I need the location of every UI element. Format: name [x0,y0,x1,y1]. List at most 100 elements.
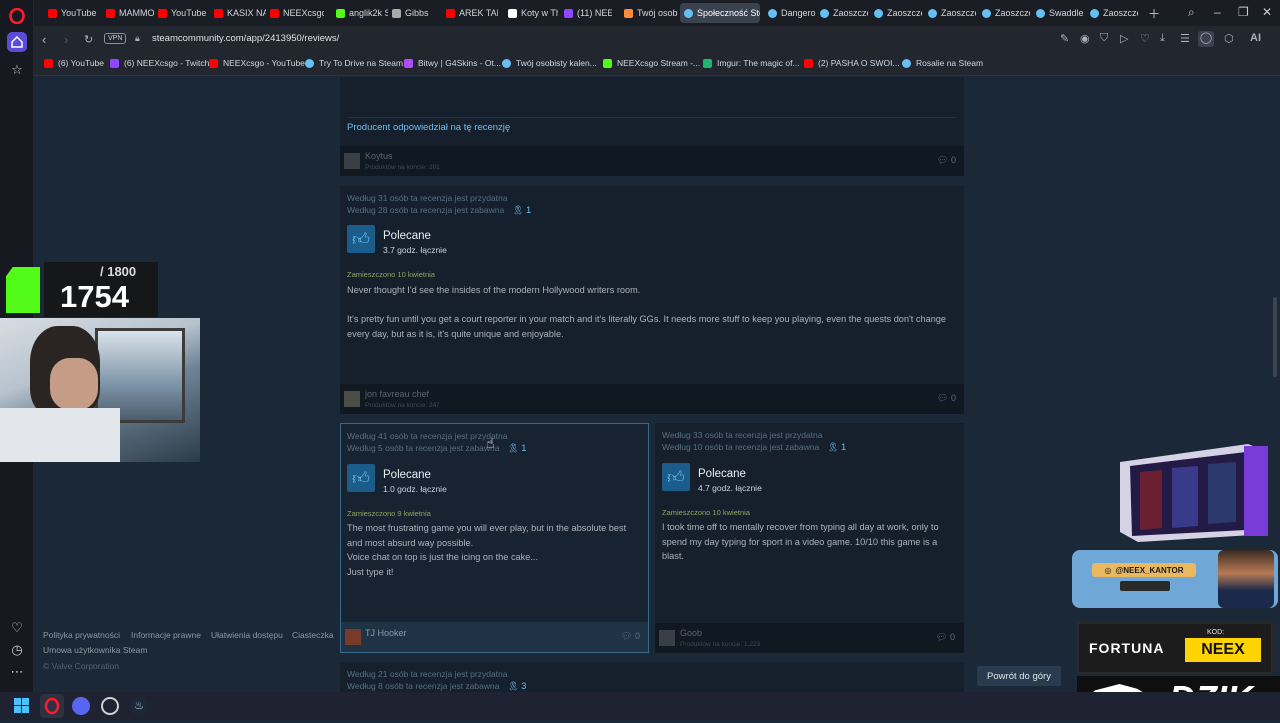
verdict[interactable]: Polecane [698,468,746,480]
hours: 3.7 godz. łącznie [383,245,447,255]
g4skins-icon [404,58,413,68]
tab[interactable]: KASIX NA [210,3,266,23]
edit-icon[interactable]: ✎ [1060,32,1069,45]
windows-start-icon[interactable] [14,698,30,719]
bookmark[interactable]: NEEXcsgo Stream -... [603,58,700,68]
tab[interactable]: Swaddle [1032,3,1084,23]
author-name[interactable]: TJ Hooker [365,628,407,638]
play-icon[interactable]: ▷ [1120,32,1128,45]
tab[interactable]: AREK TAN [442,3,498,23]
scrollbar-thumb[interactable] [1273,297,1277,377]
award-icon[interactable]: 🎗︎ 3 [507,681,526,691]
tab[interactable]: YouTube [44,3,102,23]
minimize-icon[interactable]: – [1214,5,1221,19]
legal-link[interactable]: Informacje prawne [131,630,201,640]
tab[interactable]: Zaoszczę [978,3,1030,23]
avatar[interactable] [659,630,675,646]
history-icon[interactable]: ◷ [7,640,27,660]
tab[interactable]: (11) NEEX [560,3,612,23]
tab[interactable]: NEEXcsgo [266,3,324,23]
opera-logo-icon[interactable] [7,6,27,26]
review-card: Producent odpowiedział na tę recenzję Ko… [340,77,964,176]
instagram-handle: ◎ @NEEX_KANTOR [1092,563,1196,577]
download-icon[interactable]: ⤓ [1160,32,1165,45]
steam-taskbar-icon[interactable]: ♨ [130,697,148,715]
developer-reply-link[interactable]: Producent odpowiedział na tę recenzję [347,122,510,133]
bookmark[interactable]: Try To Drive na Steam [305,58,403,68]
comments-count[interactable]: 💬︎ 0 [937,155,956,166]
comments-count[interactable]: 💬︎ 0 [937,393,956,404]
author-name[interactable]: Koytus [365,151,393,161]
tab[interactable]: anglik2k S [332,3,388,23]
tab[interactable]: Twój osob [620,3,678,23]
bookmark[interactable]: Rosalie na Steam [902,58,983,68]
reload-icon[interactable]: ↻ [84,33,93,46]
close-icon[interactable]: ✕ [1262,5,1272,19]
tab[interactable]: Zaoszczę [870,3,922,23]
bookmark[interactable]: (6) NEEXcsgo - Twitch [110,58,209,68]
sponsor-logos [1120,581,1170,591]
accessibility-link[interactable]: Ułatwienia dostępu [211,630,283,640]
bookmark[interactable]: Imgur: The magic of... [703,58,800,68]
tab[interactable]: Zaoszczę [924,3,976,23]
back-to-top-button[interactable]: Powrót do góry [977,666,1061,686]
search-tabs-icon[interactable]: ⌕ [1188,5,1195,20]
back-icon[interactable]: ‹ [42,32,46,47]
bookmark[interactable]: Twój osobisty kalen... [502,58,597,68]
bookmark[interactable]: (2) PASHA O SWOI... [804,58,900,68]
more-icon[interactable]: ⋯ [7,662,27,682]
award-icon[interactable]: 🎗︎ 1 [507,443,526,453]
chatgpt-icon[interactable] [101,697,119,715]
review-card-hovered[interactable]: Według 41 osób ta recenzja jest przydatn… [340,423,649,653]
camera-icon[interactable]: ◉ [1080,32,1090,45]
forward-icon[interactable]: › [64,32,68,47]
shield-icon[interactable]: ⛉ [1100,32,1108,45]
youtube-icon [270,8,279,18]
award-icon[interactable]: 🎗︎ 1 [827,442,846,452]
privacy-link[interactable]: Polityka prywatności [43,630,120,640]
tab[interactable]: Koty w Th [504,3,558,23]
bookmark[interactable]: (6) YouTube [44,58,104,68]
avatar[interactable] [345,629,361,645]
bookmark[interactable]: NEEXcsgo - YouTube [209,58,305,68]
divider [348,117,956,118]
tab[interactable]: Gibbs [388,3,440,23]
url-text[interactable]: steamcommunity.com/app/2413950/reviews/ [152,33,339,44]
menu-icon[interactable]: ☰ [1180,32,1190,45]
tab[interactable]: MAMMON [102,3,154,23]
verdict[interactable]: Polecane [383,469,431,481]
author-name[interactable]: jon favreau chef [365,389,429,399]
award-icon[interactable]: 🎗︎ 1 [512,205,531,215]
avatar[interactable] [344,153,360,169]
avatar[interactable] [344,391,360,407]
comments-count[interactable]: 💬︎ 0 [936,632,955,643]
tab-label: Gibbs [405,8,429,18]
vpn-badge[interactable]: VPN [104,33,127,44]
opera-taskbar-icon[interactable] [40,694,64,718]
url-field[interactable]: VPN 🔒︎ steamcommunity.com/app/2413950/re… [104,30,1084,50]
new-tab-icon[interactable]: ＋ [1148,5,1160,22]
profile-icon[interactable]: ◯ [1198,31,1214,47]
maximize-icon[interactable]: ❐ [1238,5,1249,19]
tab[interactable]: Zaoszczę [816,3,868,23]
ai-button[interactable]: AI [1250,32,1261,44]
cube-icon[interactable]: ⬡ [1224,32,1234,45]
award-count: 1 [526,205,532,215]
tab[interactable]: Dangerou [764,3,816,23]
heart-icon[interactable]: ♡ [1140,32,1150,45]
author-name[interactable]: Goob [680,628,702,638]
funny-row: Według 10 osób ta recenzja jest zabawna 🎗… [662,441,846,453]
tab-active[interactable]: Społeczność Stea [680,3,760,23]
bookmark[interactable]: Bitwy | G4Skins - Ot... [404,58,501,68]
home-icon[interactable] [7,32,27,52]
verdict[interactable]: Polecane [383,230,431,242]
tab[interactable]: Zaoszczę [1086,3,1138,23]
agreement-link[interactable]: Umowa użytkownika Steam [43,645,147,655]
comments-count[interactable]: 💬︎ 0 [621,631,640,642]
tab[interactable]: YouTube [154,3,210,23]
heart-icon[interactable]: ♡ [7,618,27,638]
star-icon[interactable]: ☆ [7,60,27,80]
discord-icon[interactable] [72,697,90,715]
lock-icon[interactable]: 🔒︎ [135,33,140,44]
cookies-link[interactable]: Ciasteczka [292,630,334,640]
